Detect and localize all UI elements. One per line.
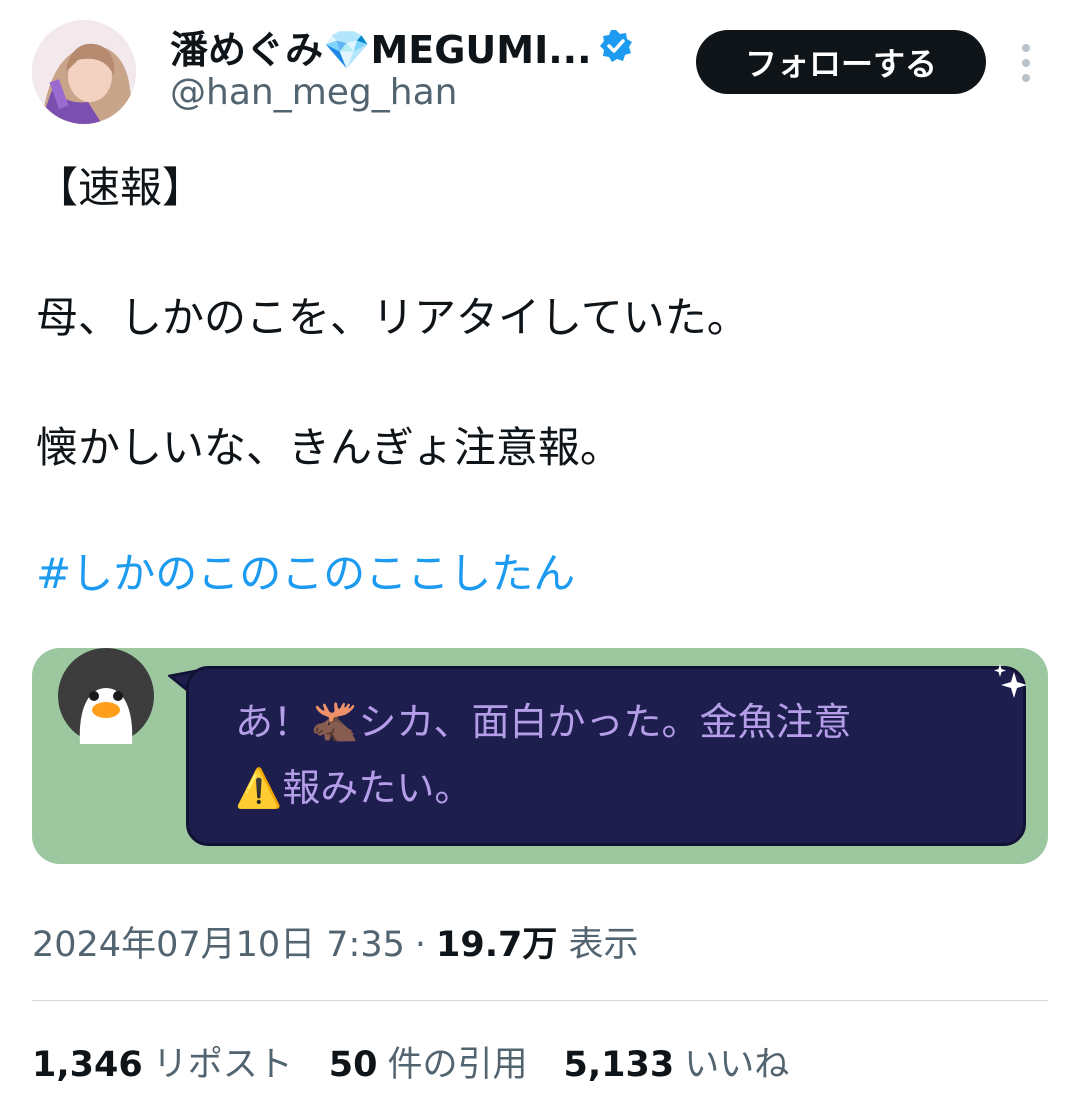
tweet-image[interactable]: あ！🫎シカ、面白かった。金魚注意 ⚠️報みたい。 — [32, 648, 1048, 864]
sparkle-icon — [994, 664, 1027, 698]
hashtag-link[interactable]: #しかのこのこのここしたん — [36, 540, 575, 601]
reposts-count: 1,346 — [32, 1045, 143, 1085]
more-dot — [1022, 59, 1030, 67]
view-count: 19.7万 — [436, 925, 558, 965]
author-display-name[interactable]: 潘めぐみ💎MEGUMI... — [170, 19, 592, 74]
verified-badge-icon — [598, 28, 634, 64]
meta-separator: · — [414, 925, 427, 965]
engagement-stats: 1,346 リポスト 50 件の引用 5,133 いいね — [32, 1036, 825, 1087]
author-name-row[interactable]: 潘めぐみ💎MEGUMI... — [170, 18, 634, 74]
author-handle[interactable]: @han_meg_han — [170, 72, 457, 113]
reposts-stat[interactable]: 1,346 リポスト — [32, 1036, 293, 1087]
likes-stat[interactable]: 5,133 いいね — [563, 1036, 789, 1087]
speech-bubble: あ！🫎シカ、面白かった。金魚注意 ⚠️報みたい。 — [186, 666, 1026, 846]
penguin-avatar-icon — [58, 648, 154, 744]
tweet-timestamp[interactable]: 2024年07月10日 7:35 — [32, 916, 405, 967]
quotes-label: 件の引用 — [387, 1045, 528, 1085]
likes-count: 5,133 — [563, 1045, 675, 1085]
divider — [32, 1000, 1048, 1001]
more-dot — [1022, 74, 1030, 82]
tweet-meta: 2024年07月10日 7:35 · 19.7万 表示 — [32, 916, 639, 967]
follow-button[interactable]: フォローする — [696, 30, 986, 94]
speech-bubble-text: あ！🫎シカ、面白かった。金魚注意 ⚠️報みたい。 — [235, 689, 1005, 821]
more-dot — [1022, 44, 1030, 52]
tweet-line-breaking-news: 【速報】 — [36, 163, 205, 212]
bubble-line-2: ⚠️報みたい。 — [235, 766, 473, 810]
bubble-line-1: あ！🫎シカ、面白かった。金魚注意 — [235, 700, 852, 744]
view-label: 表示 — [568, 925, 639, 965]
reposts-label: リポスト — [152, 1045, 293, 1085]
author-avatar[interactable] — [32, 20, 136, 124]
tweet-header: 潘めぐみ💎MEGUMI... @han_meg_han フォローする — [0, 0, 1080, 140]
quotes-count: 50 — [328, 1045, 378, 1085]
quotes-stat[interactable]: 50 件の引用 — [329, 1036, 528, 1087]
tweet-line-nostalgia: 懐かしいな、きんぎょ注意報。 — [36, 423, 622, 472]
tweet-line-main: 母、しかのこを、リアタイしていた。 — [36, 293, 749, 342]
more-options-icon[interactable] — [1010, 40, 1042, 86]
likes-label: いいね — [684, 1045, 790, 1085]
